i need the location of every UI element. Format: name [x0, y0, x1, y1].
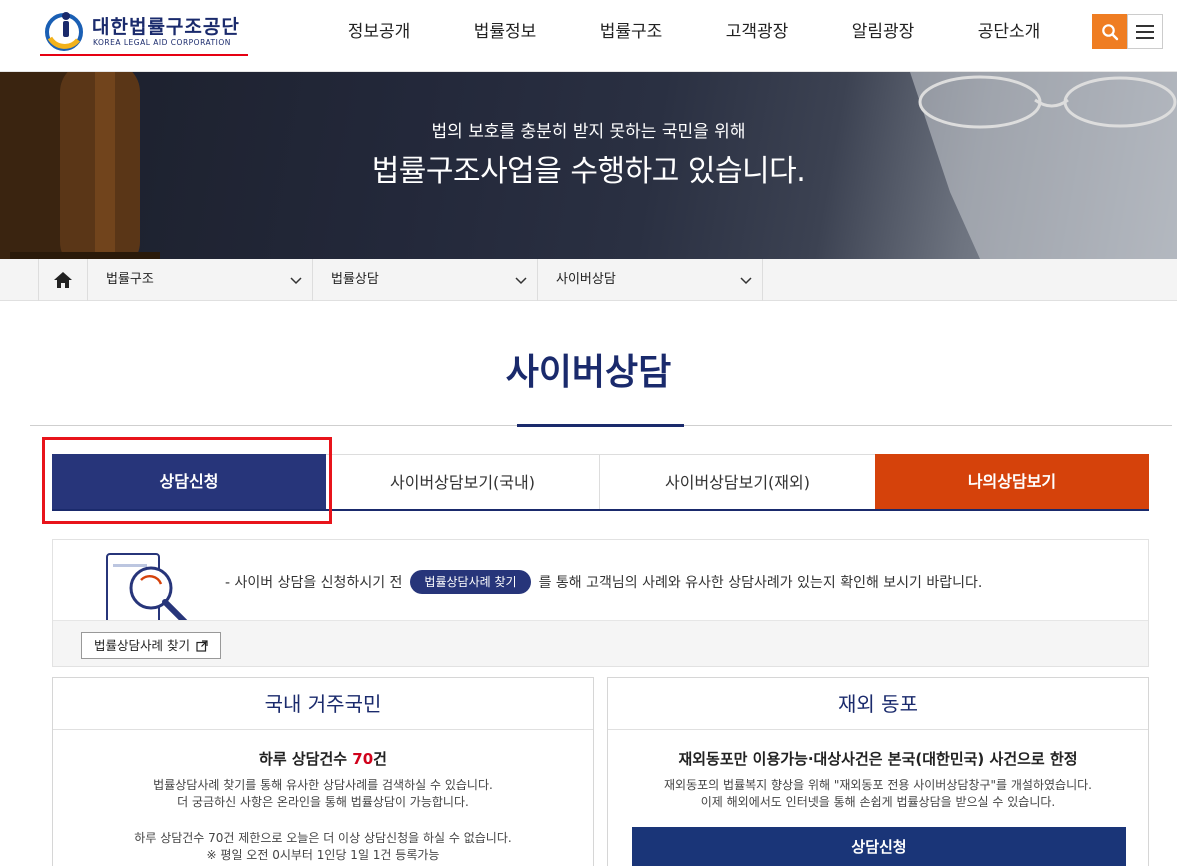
breadcrumb: 법률구조 법률상담 사이버상담: [0, 259, 1177, 301]
panel-description-line: 이제 해외에서도 인터넷을 통해 손쉽게 법률상담을 받으실 수 있습니다.: [700, 795, 1056, 809]
nav-legal-aid[interactable]: 법률구조: [568, 0, 694, 64]
case-search-pill-link[interactable]: 법률상담사례 찾기: [410, 570, 531, 594]
page-title: 사이버상담: [505, 352, 672, 393]
main-navigation: 정보공개 법률정보 법률구조 고객광장 알림광장 공단소개: [316, 0, 1072, 64]
daily-limit-suffix: 건: [373, 750, 387, 768]
tab-cyber-view-overseas[interactable]: 사이버상담보기(재외): [600, 454, 875, 509]
overseas-consult-apply-button[interactable]: 상담신청: [632, 827, 1126, 866]
highlight-annotation-box: [42, 437, 332, 524]
chevron-down-icon: [740, 277, 752, 285]
case-search-button[interactable]: 법률상담사례 찾기: [81, 632, 221, 659]
daily-limit-count: 70: [352, 750, 374, 768]
nav-about[interactable]: 공단소개: [946, 0, 1072, 64]
nav-info-disclosure[interactable]: 정보공개: [316, 0, 442, 64]
title-accent-bar: [517, 424, 684, 427]
panel-description-line: 더 궁금하신 사항은 온라인을 통해 법률상담이 가능합니다.: [177, 795, 469, 809]
all-menu-button[interactable]: [1127, 14, 1163, 49]
home-icon: [54, 272, 72, 288]
notice-text-after: 를 통해 고객님의 사례와 유사한 상담사례가 있는지 확인해 보시기 바랍니다…: [538, 575, 983, 591]
overseas-eligibility-label: 재외동포만 이용가능·대상사건은 본국(대한민국) 사건으로 한정: [678, 750, 1078, 768]
hero-subtitle: 법의 보호를 충분히 받지 못하는 국민을 위해: [431, 122, 746, 142]
breadcrumb-label: 사이버상담: [556, 272, 616, 287]
site-header: 대한법률구조공단 KOREA LEGAL AID CORPORATION 정보공…: [0, 0, 1177, 72]
breadcrumb-dropdown-level3[interactable]: 사이버상담: [538, 259, 763, 301]
limit-reached-message: 하루 상담건수 70건 제한으로 오늘은 더 이상 상담신청을 하실 수 없습니…: [134, 831, 512, 845]
chevron-down-icon: [515, 277, 527, 285]
nav-notice-plaza[interactable]: 알림광장: [820, 0, 946, 64]
breadcrumb-label: 법률구조: [106, 272, 154, 287]
chevron-down-icon: [290, 277, 302, 285]
tab-cyber-view-domestic[interactable]: 사이버상담보기(국내): [326, 454, 600, 509]
search-icon: [1101, 23, 1118, 40]
panel-heading: 재외 동포: [608, 678, 1148, 730]
breadcrumb-dropdown-level1[interactable]: 법률구조: [88, 259, 313, 301]
document-search-illustration-icon: [106, 553, 188, 620]
home-button[interactable]: [38, 259, 88, 301]
site-logo[interactable]: 대한법률구조공단 KOREA LEGAL AID CORPORATION: [40, 6, 250, 60]
notice-box: - 사이버 상담을 신청하시기 전 법률상담사례 찾기 를 통해 고객님의 사례…: [52, 539, 1149, 667]
logo-emblem-icon: [45, 12, 83, 51]
breadcrumb-label: 법률상담: [331, 272, 379, 287]
search-button[interactable]: [1092, 14, 1127, 49]
nav-customer-plaza[interactable]: 고객광장: [694, 0, 820, 64]
panel-description-line: 법률상담사례 찾기를 통해 유사한 상담사례를 검색하실 수 있습니다.: [153, 778, 493, 792]
notice-footer: 법률상담사례 찾기: [53, 620, 1148, 666]
hero-title: 법률구조사업을 수행하고 있습니다.: [371, 154, 806, 189]
panel-description-line: 재외동포의 법률복지 향상을 위해 "재외동포 전용 사이버상담창구"를 개설하…: [664, 778, 1092, 792]
hamburger-menu-icon: [1136, 24, 1154, 39]
daily-limit-prefix: 하루 상담건수: [259, 750, 353, 768]
logo-text-korean: 대한법률구조공단: [92, 16, 240, 38]
notice-message: - 사이버 상담을 신청하시기 전 법률상담사례 찾기 를 통해 고객님의 사례…: [225, 570, 982, 594]
domestic-residents-panel: 국내 거주국민 하루 상담건수 70건 법률상담사례 찾기를 통해 유사한 상담…: [52, 677, 594, 866]
breadcrumb-dropdown-level2[interactable]: 법률상담: [313, 259, 538, 301]
notice-text-before: - 사이버 상담을 신청하시기 전: [225, 575, 403, 591]
panel-heading: 국내 거주국민: [53, 678, 593, 730]
registration-hours-note: ※ 평일 오전 0시부터 1인당 1일 1건 등록가능: [206, 848, 440, 862]
nav-legal-info[interactable]: 법률정보: [442, 0, 568, 64]
overseas-koreans-panel: 재외 동포 재외동포만 이용가능·대상사건은 본국(대한민국) 사건으로 한정 …: [607, 677, 1149, 866]
logo-text-english: KOREA LEGAL AID CORPORATION: [93, 38, 231, 47]
external-link-icon: [196, 639, 208, 652]
case-search-button-label: 법률상담사례 찾기: [94, 638, 190, 653]
hero-banner: 법의 보호를 충분히 받지 못하는 국민을 위해 법률구조사업을 수행하고 있습…: [0, 72, 1177, 259]
tab-my-consult[interactable]: 나의상담보기: [875, 454, 1149, 509]
logo-red-underline: [40, 54, 248, 56]
daily-limit-label: 하루 상담건수 70건: [53, 748, 593, 769]
